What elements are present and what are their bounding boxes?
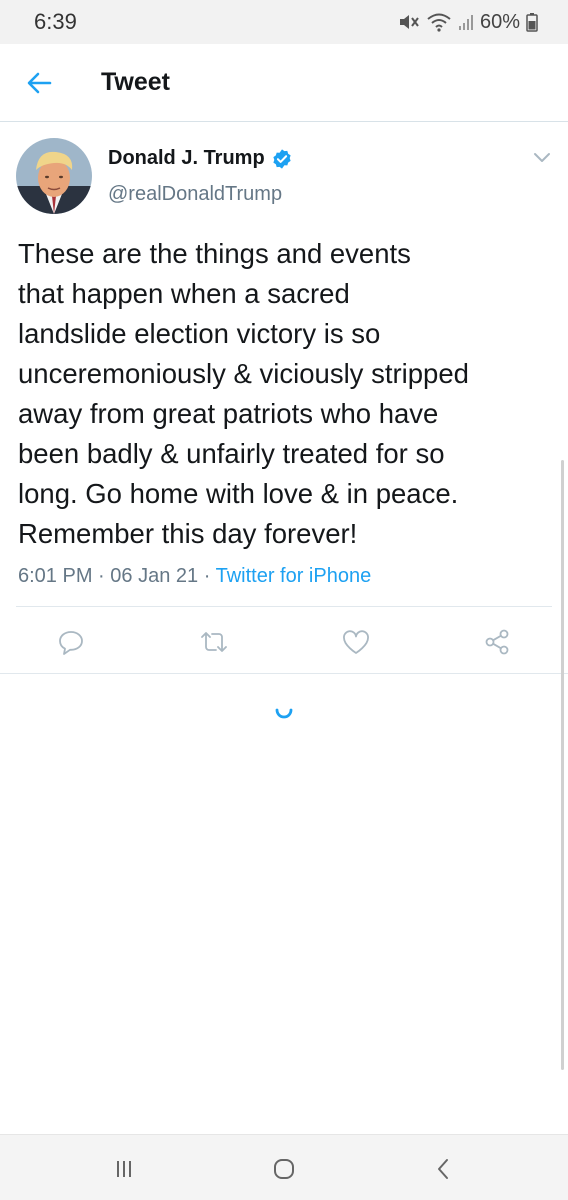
author-handle[interactable]: @realDonaldTrump — [108, 183, 282, 206]
tweet-actions — [0, 607, 568, 673]
mute-icon — [399, 15, 419, 29]
arrow-left-icon[interactable] — [22, 66, 56, 100]
tweet-text-line: away from great patriots who have — [18, 398, 439, 429]
tweet-text-line: that happen when a sacred — [18, 278, 350, 309]
status-bar: 6:39 60% — [0, 0, 568, 44]
tweet-meta: 6:01 PM · 06 Jan 21 · Twitter for iPhone — [18, 565, 371, 588]
retweet-icon[interactable] — [199, 627, 229, 657]
meta-separator: · — [98, 565, 105, 587]
recent-apps-icon[interactable] — [110, 1155, 138, 1183]
app-header: Tweet — [0, 44, 568, 122]
share-icon[interactable] — [482, 627, 512, 657]
loading-spinner-icon — [275, 708, 293, 719]
chevron-down-icon[interactable] — [532, 150, 552, 166]
home-icon[interactable] — [270, 1155, 298, 1183]
tweet-text-line: been badly & unfairly treated for so — [18, 438, 445, 469]
battery-icon — [526, 13, 538, 32]
tweet-text-line: Remember this day forever! — [18, 518, 358, 549]
status-time: 6:39 — [34, 9, 77, 34]
avatar[interactable] — [16, 138, 92, 214]
tweet-text: These are the things and events that hap… — [18, 234, 554, 554]
author-name[interactable]: Donald J. Trump — [108, 147, 265, 170]
page-title: Tweet — [101, 68, 170, 96]
status-icons: 60% — [398, 8, 538, 36]
battery-percent: 60% — [479, 10, 520, 33]
tweet-text-line: long. Go home with love & in peace. — [18, 478, 459, 509]
tweet-source-link[interactable]: Twitter for iPhone — [216, 565, 372, 587]
system-nav-bar — [0, 1134, 568, 1200]
like-icon[interactable] — [341, 627, 371, 657]
scrollbar[interactable] — [561, 460, 564, 1070]
author-name-row[interactable]: Donald J. Trump — [108, 147, 293, 170]
tweet-time: 6:01 PM — [18, 565, 93, 587]
verified-badge-icon — [273, 148, 291, 169]
tweet-date: 06 Jan 21 — [110, 565, 199, 587]
back-icon[interactable] — [430, 1155, 458, 1183]
tweet-text-line: landslide election victory is so — [18, 318, 381, 349]
tweet-text-line: These are the things and events — [18, 238, 411, 269]
divider — [0, 673, 568, 674]
reply-icon[interactable] — [56, 627, 86, 657]
wifi-icon — [427, 13, 451, 32]
signal-icon — [458, 15, 473, 30]
tweet-text-line: unceremoniously & viciously stripped — [18, 358, 469, 389]
meta-separator: · — [203, 565, 211, 587]
